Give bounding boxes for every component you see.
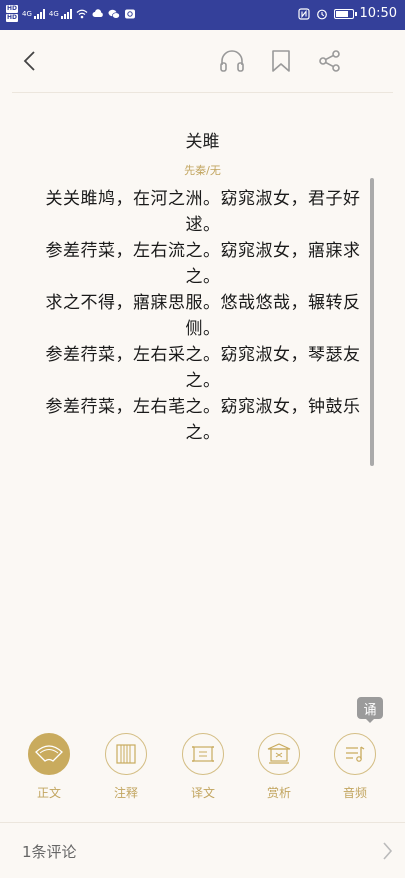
tab-label: 正文 (36, 786, 61, 800)
wechat-icon (108, 9, 120, 19)
wifi-icon (76, 9, 88, 18)
scroll-icon (182, 733, 224, 775)
bookmark-button[interactable] (266, 46, 296, 76)
poem-line: 之。 (185, 267, 221, 287)
comments-row[interactable]: 1条评论 (0, 823, 405, 878)
signal-icon-2 (60, 8, 72, 19)
nfc-icon (297, 7, 310, 20)
clock: 10:50 (359, 6, 397, 21)
poem-line: 求之不得，寤寐思服。悠哉悠哉，辗转反 (45, 293, 361, 313)
battery-level (335, 10, 349, 17)
battery-icon (333, 8, 357, 19)
toolbar-divider (12, 92, 393, 93)
status-bar: HD HD 4G 4G 10:50 (0, 0, 405, 30)
network-type-2: 4G (48, 9, 59, 18)
tab-label: 赏析 (266, 786, 291, 800)
comment-count: 1条评论 (22, 843, 77, 861)
headphones-icon (220, 50, 244, 72)
tab-translation[interactable]: 译文 (173, 733, 233, 801)
poem-line: 之。 (185, 423, 221, 443)
hd-badges: HD HD (6, 5, 19, 22)
network-type-1: 4G (22, 9, 32, 18)
tab-notes[interactable]: 注释 (96, 733, 156, 801)
back-button[interactable] (15, 46, 45, 76)
poem-line: 关关雎鸠，在河之洲。窈窕淑女，君子好 (45, 189, 361, 209)
poem-line: 逑。 (185, 215, 221, 235)
hd-badge-2: HD (6, 14, 19, 22)
audio-button[interactable] (217, 46, 247, 76)
share-button[interactable] (315, 46, 345, 76)
chevron-left-icon (23, 51, 35, 71)
chevron-right-icon (383, 842, 393, 860)
signal-icon (33, 8, 45, 19)
tab-audio[interactable]: 音频 (325, 733, 385, 801)
cloud-icon (92, 8, 103, 17)
fan-icon (28, 733, 70, 775)
share-icon (319, 50, 340, 72)
alarm-icon (316, 9, 327, 19)
bottom-tab-bar: 正文 注释 译文 赏析 音频 (0, 733, 405, 805)
poem-line: 之。 (185, 371, 221, 391)
bookmark-icon (272, 50, 290, 72)
poem-line: 参差荇菜，左右流之。窈窕淑女，寤寐求 (45, 241, 361, 261)
poem-body: 关关雎鸠，在河之洲。窈窕淑女，君子好 逑。 参差荇菜，左右流之。窈窕淑女，寤寐求… (38, 186, 368, 446)
poem-title: 关雎 (185, 132, 220, 152)
poem-line: 参差荇菜，左右采之。窈窕淑女，琴瑟友 (45, 345, 361, 365)
poem-author[interactable]: 先秦/无 (0, 162, 405, 178)
tab-label: 注释 (113, 786, 138, 800)
tab-label: 音频 (342, 786, 367, 800)
hd-badge-1: HD (6, 5, 19, 13)
bamboo-scroll-icon (105, 733, 147, 775)
tab-appreciation[interactable]: 赏析 (249, 733, 309, 801)
audio-list-icon (334, 733, 376, 775)
pavilion-icon (258, 733, 300, 775)
tab-label: 译文 (190, 786, 215, 800)
poem-line: 侧。 (185, 319, 221, 339)
tab-main-text[interactable]: 正文 (19, 733, 79, 801)
top-toolbar (0, 30, 405, 92)
message-app-icon (124, 9, 135, 18)
recite-button[interactable]: 诵 (357, 697, 383, 723)
scrollbar[interactable] (370, 178, 374, 466)
poem-line: 参差荇菜，左右芼之。窈窕淑女，钟鼓乐 (45, 397, 361, 417)
